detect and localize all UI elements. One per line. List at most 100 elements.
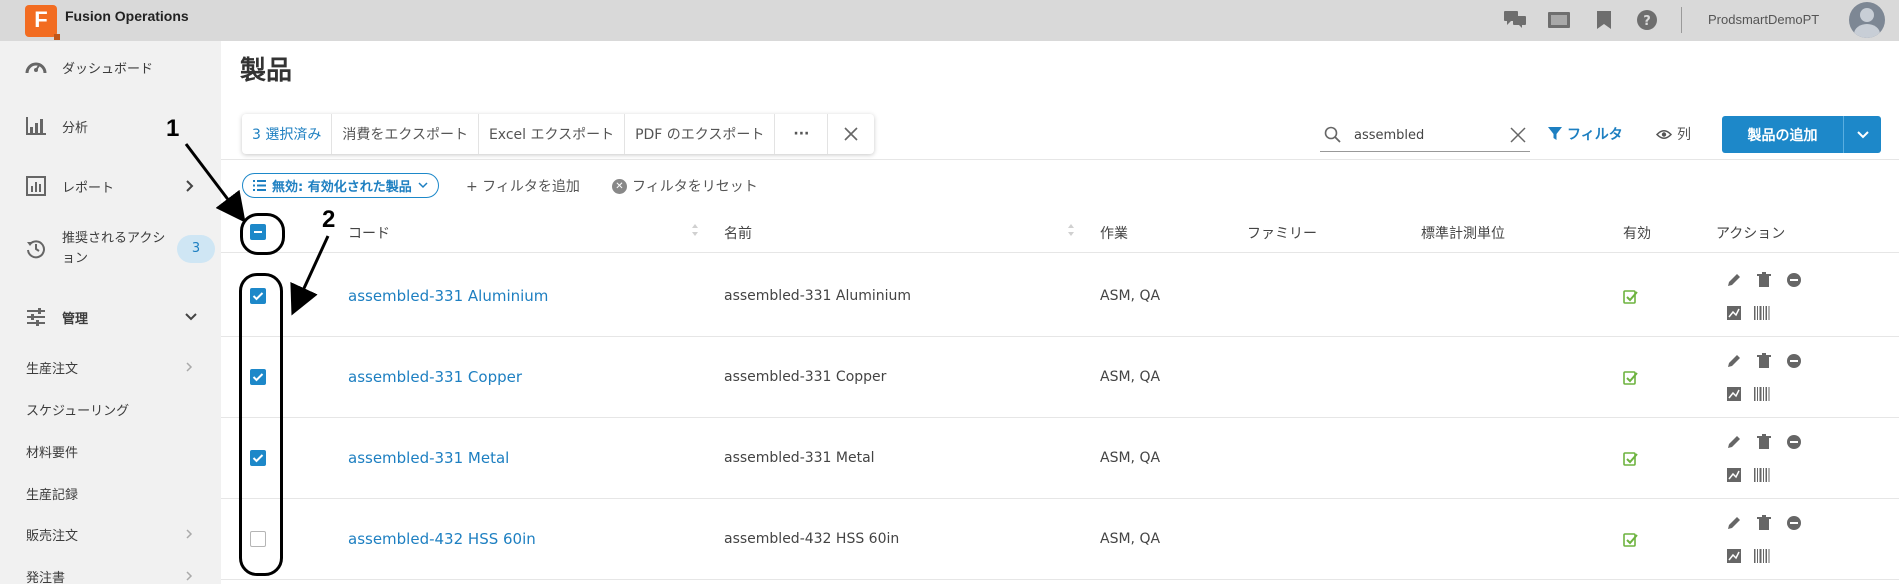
filter-chip-label: 無効: 有効化された製品: [272, 180, 412, 195]
annotation-label-1: 1: [166, 115, 180, 142]
export-consumption-button[interactable]: 消費をエクスポート: [332, 114, 479, 154]
close-icon: [844, 127, 858, 141]
edit-icon[interactable]: [1726, 434, 1742, 450]
product-name: assembled-331 Metal: [724, 450, 875, 466]
chat-icon[interactable]: [1504, 10, 1526, 30]
stats-icon[interactable]: [1726, 467, 1742, 483]
product-operations: ASM, QA: [1100, 369, 1161, 385]
app-title: Fusion Operations: [65, 8, 189, 24]
bookmark-icon[interactable]: [1593, 10, 1615, 30]
sidebar-item-reports[interactable]: レポート: [0, 175, 221, 197]
sidebar-item-analysis[interactable]: 分析: [0, 115, 221, 137]
barcode-icon[interactable]: [1753, 467, 1771, 483]
product-name: assembled-331 Copper: [724, 369, 887, 385]
disable-icon[interactable]: [1786, 353, 1802, 369]
list-icon: [253, 180, 266, 191]
close-circle-icon: ✕: [612, 178, 627, 194]
row-divider: [221, 417, 1899, 418]
chevron-right-icon: [186, 180, 198, 192]
sidebar-item-dashboard[interactable]: ダッシュボード: [0, 56, 221, 78]
product-operations: ASM, QA: [1100, 450, 1161, 466]
sidebar-subitem-production-orders[interactable]: 生産注文: [26, 358, 78, 377]
stats-icon[interactable]: [1726, 548, 1742, 564]
chevron-right-icon: [186, 529, 193, 539]
active-check-icon: [1623, 290, 1638, 304]
delete-icon[interactable]: [1756, 353, 1772, 369]
search-input[interactable]: [1354, 124, 1494, 146]
columns-button[interactable]: 列: [1656, 124, 1691, 144]
user-avatar[interactable]: [1849, 2, 1885, 38]
sidebar-item-label: 分析: [62, 120, 89, 136]
user-name[interactable]: ProdsmartDemoPT: [1708, 12, 1819, 27]
toolbar-divider: [221, 159, 1899, 160]
disable-icon[interactable]: [1786, 515, 1802, 531]
eye-icon: [1656, 129, 1672, 139]
barcode-icon[interactable]: [1753, 305, 1771, 321]
column-header-family: ファミリー: [1247, 226, 1317, 242]
product-name: assembled-432 HSS 60in: [724, 531, 900, 547]
sidebar-item-label: 推奨されるアクション: [62, 231, 166, 266]
stats-icon[interactable]: [1726, 305, 1742, 321]
disable-icon[interactable]: [1786, 434, 1802, 450]
product-operations: ASM, QA: [1100, 288, 1161, 304]
sidebar-subitem-purchase-orders[interactable]: 発注書: [26, 567, 65, 584]
add-product-dropdown[interactable]: [1844, 116, 1881, 153]
sidebar: ダッシュボード 分析 レポート 推奨されるアクション 3 管理 生産注文 スケジ…: [0, 41, 221, 584]
filter-button[interactable]: フィルタ: [1548, 124, 1623, 144]
product-code-link[interactable]: assembled-331 Metal: [348, 449, 509, 467]
annotation-ring-row-checkboxes: [239, 273, 283, 576]
active-check-icon: [1623, 371, 1638, 385]
product-name: assembled-331 Aluminium: [724, 288, 912, 304]
help-icon[interactable]: ?: [1636, 10, 1658, 30]
sidebar-item-recommended-actions[interactable]: 推奨されるアクション 3: [0, 227, 221, 271]
disable-icon[interactable]: [1786, 272, 1802, 288]
sidebar-item-label: レポート: [62, 180, 115, 196]
column-header-active: 有効: [1623, 226, 1651, 242]
app-logo[interactable]: F: [25, 5, 60, 40]
logo-letter: F: [34, 7, 48, 32]
column-header-unit: 標準計測単位: [1421, 226, 1505, 242]
row-divider: [221, 579, 1899, 580]
barcode-icon[interactable]: [1753, 386, 1771, 402]
chevron-down-icon: [1856, 130, 1869, 138]
add-filter-button[interactable]: + フィルタを追加: [466, 176, 580, 196]
close-bulk-bar-button[interactable]: [828, 114, 874, 154]
sidebar-item-label: 管理: [62, 311, 89, 327]
sidebar-item-management[interactable]: 管理: [0, 306, 221, 328]
barcode-icon[interactable]: [1753, 548, 1771, 564]
delete-icon[interactable]: [1756, 515, 1772, 531]
delete-icon[interactable]: [1756, 272, 1772, 288]
selected-count[interactable]: 3 選択済み: [242, 114, 333, 154]
product-operations: ASM, QA: [1100, 531, 1161, 547]
edit-icon[interactable]: [1726, 515, 1742, 531]
stats-icon[interactable]: [1726, 386, 1742, 402]
search-box: [1320, 118, 1530, 152]
more-options-button[interactable]: ···: [775, 114, 829, 154]
export-excel-button[interactable]: Excel エクスポート: [479, 114, 626, 154]
sort-icon[interactable]: [691, 222, 699, 238]
delete-icon[interactable]: [1756, 434, 1772, 450]
annotation-arrow-2: [290, 235, 330, 316]
sidebar-subitem-scheduling[interactable]: スケジューリング: [26, 400, 129, 419]
column-header-name[interactable]: 名前: [724, 223, 752, 243]
filter-chip[interactable]: 無効: 有効化された製品: [242, 173, 439, 198]
report-icon: [25, 175, 47, 197]
sidebar-subitem-production-records[interactable]: 生産記録: [26, 484, 78, 503]
product-code-link[interactable]: assembled-331 Copper: [348, 368, 522, 386]
reset-filter-button[interactable]: ✕ フィルタをリセット: [612, 176, 758, 196]
product-code-link[interactable]: assembled-331 Aluminium: [348, 287, 548, 305]
row-divider: [221, 498, 1899, 499]
sidebar-subitem-material-requirements[interactable]: 材料要件: [26, 442, 78, 461]
add-product-button[interactable]: 製品の追加: [1722, 116, 1844, 153]
export-pdf-button[interactable]: PDF のエクスポート: [625, 114, 776, 154]
edit-icon[interactable]: [1726, 272, 1742, 288]
clear-search-icon[interactable]: [1510, 127, 1526, 143]
column-header-operations: 作業: [1100, 226, 1128, 242]
sort-icon[interactable]: [1067, 222, 1075, 238]
sidebar-subitem-sales-orders[interactable]: 販売注文: [26, 525, 78, 544]
monitor-icon[interactable]: [1548, 10, 1570, 30]
edit-icon[interactable]: [1726, 353, 1742, 369]
product-code-link[interactable]: assembled-432 HSS 60in: [348, 530, 536, 548]
annotation-ring-select-all: [240, 213, 285, 255]
column-header-code[interactable]: コード: [348, 223, 390, 243]
